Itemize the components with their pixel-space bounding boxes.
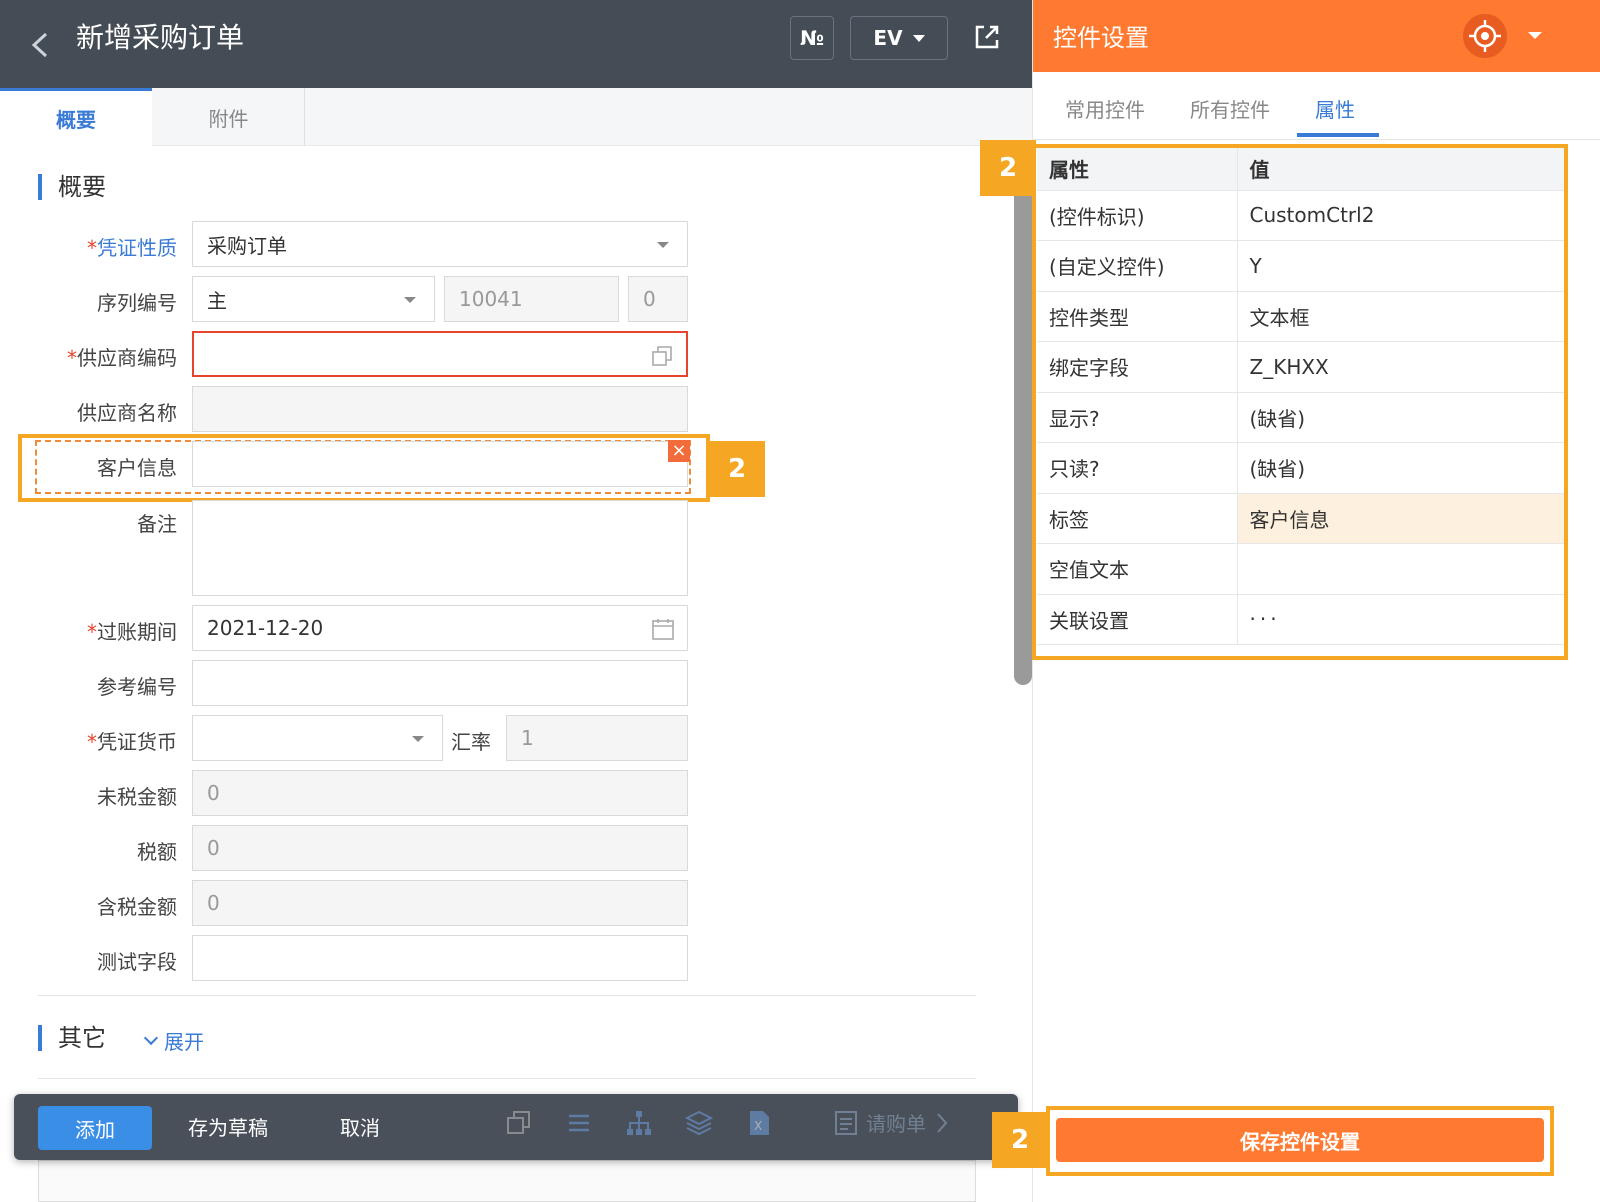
with-tax-amount-label: 含税金额: [97, 895, 177, 919]
chevron-right-icon: [937, 1112, 948, 1133]
voucher-type-label: *凭证性质: [87, 236, 177, 260]
panel-tabs: 常用控件 所有控件 属性: [1033, 72, 1600, 140]
divider: [38, 995, 976, 996]
pre-tax-amount-label: 未税金额: [97, 785, 177, 809]
exchange-rate-value: 1: [521, 726, 534, 750]
save-draft-button[interactable]: 存为草稿: [188, 1112, 268, 1141]
pre-tax-amount-field: 0: [192, 770, 688, 816]
tab-overview[interactable]: 概要: [0, 88, 152, 146]
serial-seq-field: 0: [628, 276, 688, 322]
tab-common-controls[interactable]: 常用控件: [1065, 94, 1145, 123]
active-tab-indicator: [1297, 133, 1379, 137]
step-badge: 2: [992, 1112, 1048, 1168]
number-label: №: [799, 26, 825, 50]
remark-label: 备注: [137, 512, 177, 536]
save-settings-button[interactable]: 保存控件设置: [1056, 1118, 1544, 1162]
expand-label: 展开: [164, 1030, 204, 1054]
requisition-link[interactable]: 请购单: [834, 1108, 950, 1137]
remark-textarea[interactable]: [192, 500, 688, 596]
panel-header: 控件设置: [1033, 0, 1600, 72]
page-title: 新增采购订单: [76, 21, 245, 54]
divider: [38, 1078, 976, 1079]
supplier-name-field: [192, 386, 688, 432]
caret-down-icon: [412, 736, 424, 742]
posting-period-input[interactable]: 2021-12-20: [192, 605, 688, 651]
currency-label: *凭证货币: [87, 730, 177, 754]
expand-link[interactable]: 展开: [143, 1026, 204, 1055]
svg-text:X: X: [754, 1119, 762, 1133]
copy-icon[interactable]: [650, 344, 674, 368]
customer-info-label: 客户信息: [97, 456, 177, 480]
excel-icon[interactable]: X: [744, 1108, 774, 1138]
serial-select[interactable]: 主: [192, 276, 435, 322]
voucher-type-value: 采购订单: [207, 233, 287, 258]
properties-highlight: [1032, 144, 1568, 660]
serial-seq-value: 0: [643, 287, 656, 311]
step-badge: 2: [980, 140, 1036, 196]
locate-icon[interactable]: [1463, 14, 1507, 58]
serial-number-field: 10041: [444, 276, 619, 322]
ev-label: EV: [873, 26, 903, 50]
currency-select[interactable]: [192, 715, 443, 761]
with-tax-amount-field: 0: [192, 880, 688, 926]
exchange-rate-label: 汇率: [451, 730, 491, 754]
supplier-code-label: *供应商编码: [67, 346, 177, 370]
share-icon[interactable]: [972, 22, 1002, 52]
copy-icon[interactable]: [504, 1108, 534, 1138]
scrollbar[interactable]: [1014, 185, 1032, 685]
tax-amount-field: 0: [192, 825, 688, 871]
form-area: 新增采购订单 № EV 概要 附件 概要 *凭证性质 采购订单 序列编号 主 1…: [0, 0, 1032, 1202]
remove-control-icon[interactable]: ×: [668, 440, 690, 462]
caret-down-icon: [912, 34, 925, 42]
supplier-code-input[interactable]: [192, 331, 688, 377]
section-title-other: 其它: [38, 1025, 106, 1051]
requisition-label: 请购单: [866, 1112, 926, 1136]
with-tax-amount-value: 0: [207, 891, 220, 915]
voucher-type-select[interactable]: 采购订单: [192, 221, 688, 267]
chevron-down-icon: [143, 1030, 159, 1045]
ref-number-label: 参考编号: [97, 675, 177, 699]
posting-period-label: *过账期间: [87, 620, 177, 644]
number-button[interactable]: №: [790, 16, 834, 60]
ev-dropdown[interactable]: EV: [850, 16, 948, 60]
back-arrow-icon[interactable]: [26, 30, 56, 60]
top-bar: 新增采购订单 № EV: [0, 0, 1032, 88]
serial-number-value: 10041: [459, 287, 523, 311]
step-badge: 2: [709, 441, 765, 497]
caret-down-icon: [657, 242, 669, 248]
items-table-header: [38, 1160, 976, 1202]
customer-info-input[interactable]: [192, 441, 688, 487]
tax-amount-value: 0: [207, 836, 220, 860]
tab-properties[interactable]: 属性: [1315, 94, 1355, 123]
posting-period-value: 2021-12-20: [207, 616, 324, 640]
ref-number-input[interactable]: [192, 660, 688, 706]
list-icon[interactable]: [564, 1108, 594, 1138]
serial-value: 主: [207, 288, 227, 313]
pre-tax-amount-value: 0: [207, 781, 220, 805]
supplier-name-label: 供应商名称: [77, 401, 177, 425]
panel-title: 控件设置: [1053, 24, 1149, 52]
test-field-label: 测试字段: [97, 950, 177, 974]
tab-bar: 概要 附件: [0, 88, 1032, 146]
hierarchy-icon[interactable]: [624, 1108, 654, 1138]
section-title-overview: 概要: [38, 174, 106, 200]
exchange-rate-field: 1: [506, 715, 688, 761]
layers-icon[interactable]: [684, 1108, 714, 1138]
document-icon: [835, 1110, 857, 1135]
tab-attachments[interactable]: 附件: [153, 88, 305, 146]
calendar-icon[interactable]: [651, 617, 675, 641]
tax-amount-label: 税额: [137, 840, 177, 864]
caret-down-icon: [404, 297, 416, 303]
add-button[interactable]: 添加: [38, 1106, 152, 1150]
cancel-button[interactable]: 取消: [340, 1112, 380, 1141]
serial-label: 序列编号: [97, 291, 177, 315]
test-field-input[interactable]: [192, 935, 688, 981]
bottom-toolbar: 添加 存为草稿 取消 X 请购单: [14, 1094, 1018, 1160]
caret-down-icon[interactable]: [1528, 32, 1542, 39]
tab-all-controls[interactable]: 所有控件: [1190, 94, 1270, 123]
